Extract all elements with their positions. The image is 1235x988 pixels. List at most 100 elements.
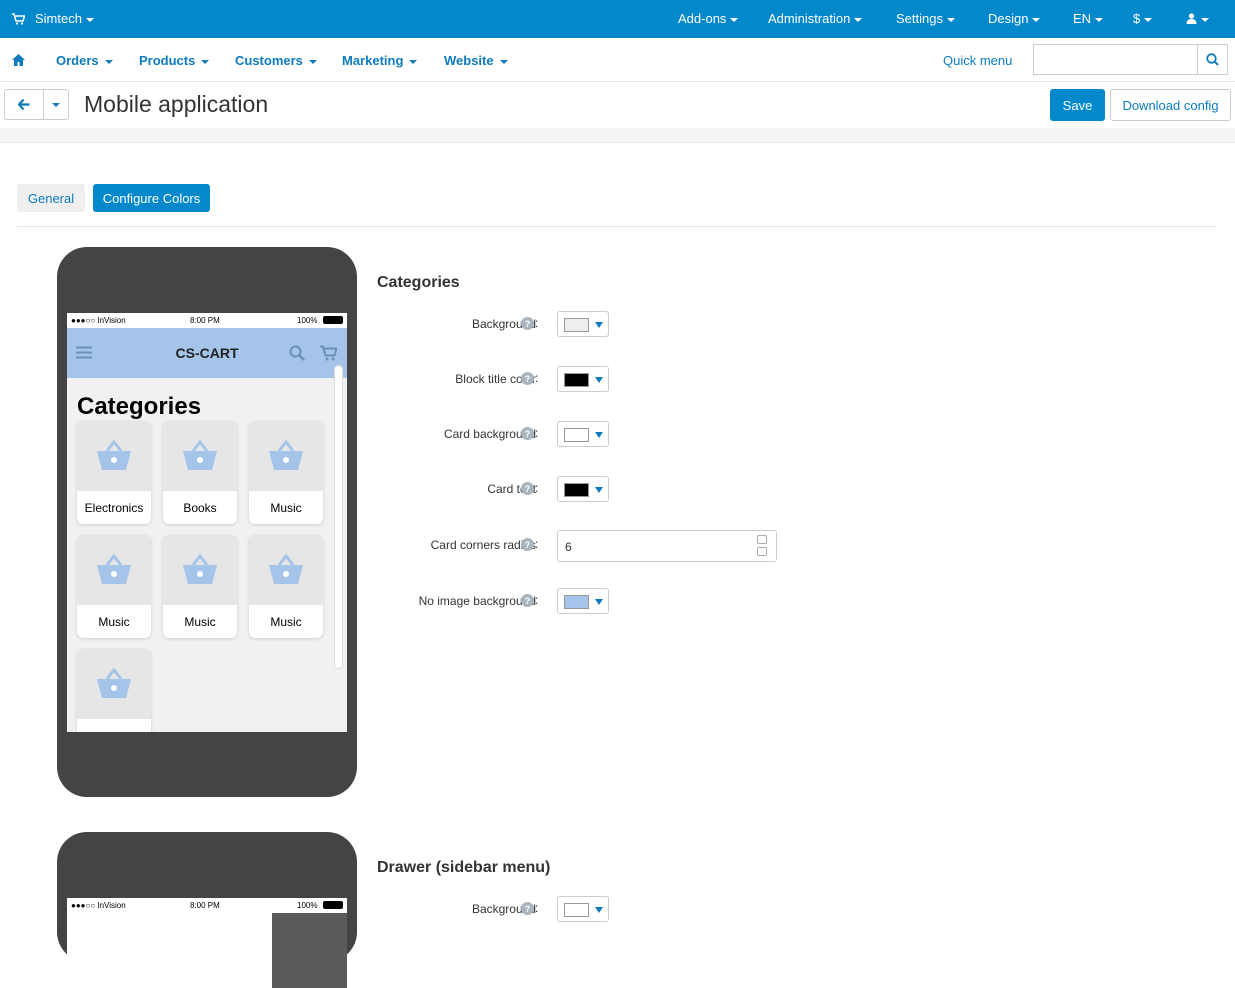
top-bar: Simtech Add-ons Administration Settings … <box>0 0 1235 38</box>
field-no-image-background: No image background ?: <box>360 586 810 616</box>
menu-settings[interactable]: Settings <box>896 11 955 26</box>
chevron-down-icon <box>595 377 603 383</box>
field-card-text: Card text ?: <box>360 474 810 504</box>
time-text: 8:00 PM <box>190 316 220 325</box>
search-button[interactable] <box>1197 44 1228 75</box>
cart-icon <box>12 12 25 25</box>
back-button[interactable] <box>4 89 44 120</box>
category-card[interactable]: Music <box>249 535 323 638</box>
field-card-background: Card background ?: <box>360 419 810 449</box>
color-swatch <box>564 318 589 332</box>
category-label: Music <box>184 614 216 629</box>
battery-icon <box>323 316 343 324</box>
colon: : <box>535 593 539 607</box>
battery-icon <box>323 901 343 909</box>
help-icon[interactable]: ? <box>521 427 534 440</box>
chevron-down-icon <box>595 322 603 328</box>
spin-up-button[interactable] <box>757 535 767 544</box>
divider <box>0 128 1235 143</box>
color-picker-card-background[interactable] <box>557 421 609 447</box>
menu-language[interactable]: EN <box>1073 11 1104 26</box>
category-card[interactable]: Music <box>77 535 151 638</box>
menu-design-label: Design <box>988 11 1029 26</box>
carrier-text: ●●●○○ InVision <box>71 316 126 325</box>
category-image <box>77 649 151 719</box>
category-card[interactable]: Electronics <box>77 421 151 524</box>
help-icon[interactable]: ? <box>521 372 534 385</box>
category-card[interactable]: Music <box>163 535 237 638</box>
category-image <box>77 535 151 605</box>
scrollbar <box>334 365 343 669</box>
menu-user[interactable] <box>1186 11 1209 26</box>
store-name: Simtech <box>35 11 82 26</box>
chevron-down-icon <box>1144 17 1153 22</box>
basket-icon <box>97 668 131 698</box>
nav-orders-label: Orders <box>56 53 99 68</box>
field-card-corners-radius: Card corners radius ?: 6 <box>360 530 810 562</box>
category-image <box>77 421 151 491</box>
color-picker-background[interactable] <box>557 311 609 337</box>
spin-down-button[interactable] <box>757 547 767 556</box>
nav-products-label: Products <box>139 53 196 68</box>
chevron-down-icon <box>595 432 603 438</box>
drawer-overlay <box>272 913 347 988</box>
divider <box>17 226 1217 227</box>
nav-marketing[interactable]: Marketing <box>342 53 418 68</box>
help-icon[interactable]: ? <box>521 594 534 607</box>
download-config-button[interactable]: Download config <box>1110 89 1231 121</box>
chevron-down-icon <box>1095 17 1104 22</box>
quick-menu-link[interactable]: Quick menu <box>943 53 1012 68</box>
color-picker-no-image[interactable] <box>557 588 609 614</box>
tab-general[interactable]: General <box>17 184 85 212</box>
menu-addons-label: Add-ons <box>678 11 727 26</box>
save-button[interactable]: Save <box>1050 89 1105 121</box>
category-card[interactable] <box>77 649 151 732</box>
section-title-drawer: Drawer (sidebar menu) <box>377 859 551 876</box>
history-dropdown-button[interactable] <box>43 89 69 120</box>
nav-website[interactable]: Website <box>444 53 508 68</box>
help-icon[interactable]: ? <box>521 317 534 330</box>
title-bar: Mobile application Save Download config <box>0 82 1235 128</box>
battery-text: 100% <box>297 316 318 325</box>
nav-products[interactable]: Products <box>139 53 210 68</box>
cart-icon <box>320 345 337 361</box>
chevron-down-icon <box>595 599 603 605</box>
color-picker-card-text[interactable] <box>557 476 609 502</box>
help-icon[interactable]: ? <box>521 482 534 495</box>
help-icon[interactable]: ? <box>521 902 534 915</box>
chevron-down-icon <box>595 907 603 913</box>
app-brand: CS-CART <box>175 345 239 361</box>
menu-language-label: EN <box>1073 11 1092 26</box>
nav-customers-label: Customers <box>235 53 303 68</box>
color-picker-block-title[interactable] <box>557 366 609 392</box>
color-swatch <box>564 903 589 917</box>
search-icon <box>1206 53 1219 66</box>
nav-orders[interactable]: Orders <box>56 53 113 68</box>
menu-design[interactable]: Design <box>988 11 1041 26</box>
color-picker-drawer-background[interactable] <box>557 896 609 922</box>
menu-administration[interactable]: Administration <box>768 11 863 26</box>
basket-icon <box>183 554 217 584</box>
nav-customers[interactable]: Customers <box>235 53 317 68</box>
field-background: Background ?: <box>360 309 810 339</box>
chevron-down-icon <box>595 487 603 493</box>
menu-addons[interactable]: Add-ons <box>678 11 739 26</box>
tab-configure-colors[interactable]: Configure Colors <box>93 184 210 212</box>
battery-text: 100% <box>297 901 318 910</box>
basket-icon <box>269 440 303 470</box>
store-switcher[interactable]: Simtech <box>12 11 94 26</box>
menu-currency[interactable]: $ <box>1133 11 1153 26</box>
basket-icon <box>97 554 131 584</box>
colon: : <box>535 537 539 551</box>
corners-radius-input[interactable]: 6 <box>557 530 777 562</box>
color-swatch <box>564 595 589 609</box>
search-input[interactable] <box>1033 44 1198 75</box>
category-card[interactable]: Books <box>163 421 237 524</box>
help-icon[interactable]: ? <box>521 538 534 551</box>
category-card[interactable]: Music <box>249 421 323 524</box>
color-swatch <box>564 373 589 387</box>
home-icon[interactable] <box>12 54 25 66</box>
phone-screen: ●●●○○ InVision 8:00 PM 100% <box>67 898 347 988</box>
category-image <box>249 535 323 605</box>
preview-heading: Categories <box>77 393 202 420</box>
